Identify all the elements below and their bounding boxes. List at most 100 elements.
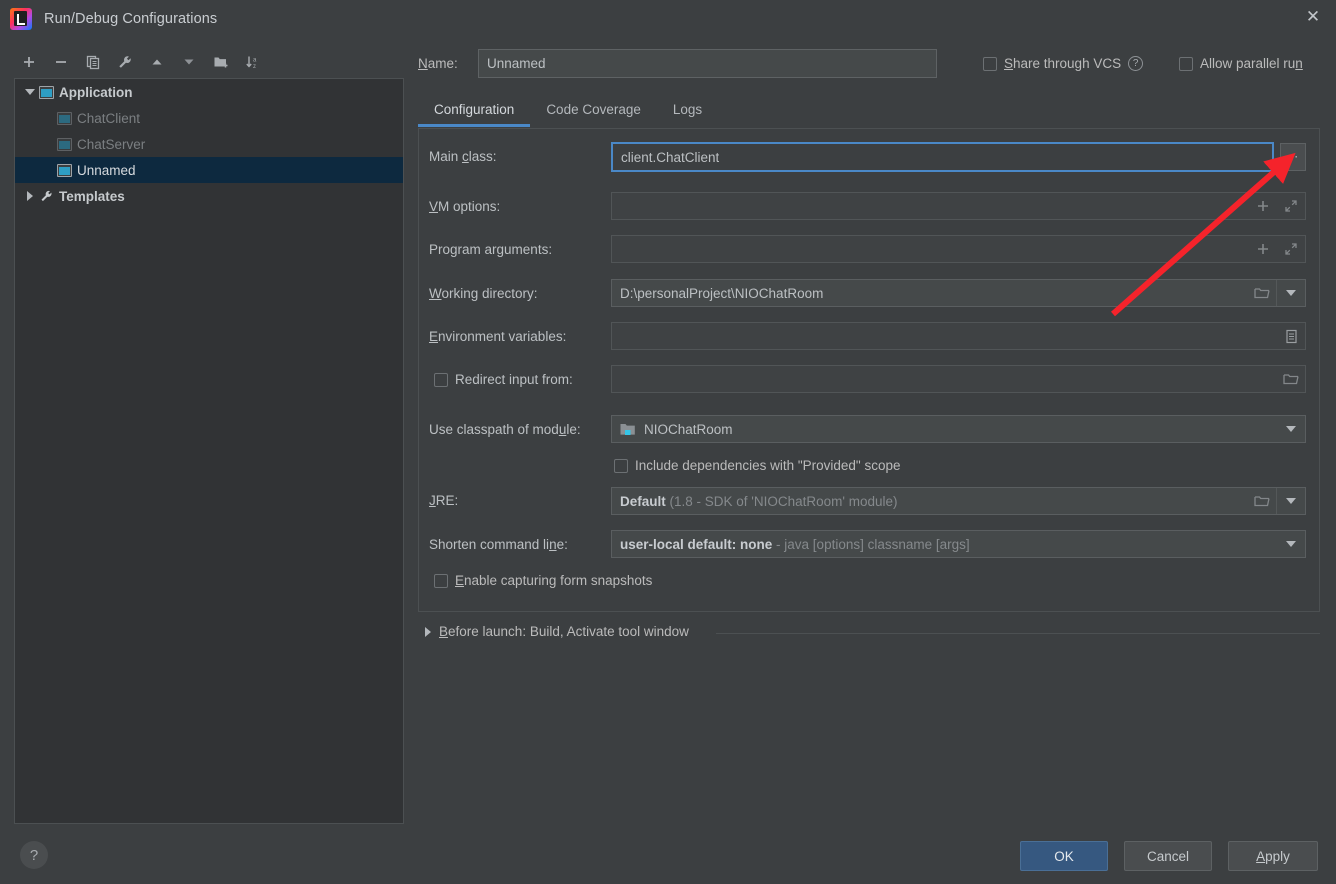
name-label: Name: bbox=[418, 56, 458, 71]
jre-value-strong: Default bbox=[620, 493, 666, 509]
use-classpath-dropdown[interactable]: NIOChatRoom bbox=[611, 415, 1306, 443]
sort-az-button[interactable]: a z bbox=[238, 48, 268, 76]
tree-item-templates[interactable]: Templates bbox=[15, 183, 403, 209]
tree-item-label: Templates bbox=[59, 188, 125, 204]
before-launch-divider bbox=[716, 633, 1320, 634]
svg-text:a: a bbox=[253, 57, 257, 63]
use-classpath-label: Use classpath of module: bbox=[429, 422, 581, 437]
environment-variables-label: Environment variables: bbox=[429, 329, 567, 344]
tree-item-application[interactable]: Application bbox=[15, 79, 403, 105]
working-directory-label: Working directory: bbox=[429, 286, 538, 301]
include-provided-checkbox[interactable]: Include dependencies with "Provided" sco… bbox=[614, 458, 901, 473]
tree-item-unnamed[interactable]: Unnamed bbox=[15, 157, 403, 183]
main-class-label: Main class: bbox=[429, 149, 497, 164]
environment-variables-input[interactable] bbox=[611, 322, 1306, 350]
enable-form-snapshots-checkbox[interactable]: Enable capturing form snapshots bbox=[434, 573, 652, 588]
allow-parallel-run-label: Allow parallel run bbox=[1200, 56, 1303, 71]
ok-button[interactable]: OK bbox=[1020, 841, 1108, 871]
application-icon bbox=[57, 111, 72, 125]
move-down-button[interactable] bbox=[174, 48, 204, 76]
redirect-input-checkbox[interactable]: Redirect input from: bbox=[434, 372, 573, 387]
help-button[interactable]: ? bbox=[20, 841, 48, 869]
svg-text:z: z bbox=[253, 64, 256, 70]
jre-value-hint: (1.8 - SDK of 'NIOChatRoom' module) bbox=[669, 493, 898, 509]
tree-item-chatserver[interactable]: ChatServer bbox=[15, 131, 403, 157]
intellij-idea-logo-icon bbox=[10, 8, 32, 30]
close-icon[interactable]: ✕ bbox=[1290, 0, 1336, 32]
folder-icon[interactable] bbox=[1248, 488, 1276, 514]
title-bar: Run/Debug Configurations ✕ bbox=[0, 0, 1336, 38]
expander-icon[interactable] bbox=[21, 89, 39, 95]
share-through-vcs-checkbox[interactable]: Share through VCS ? bbox=[983, 56, 1144, 71]
shorten-command-line-dropdown[interactable]: user-local default: none - java [options… bbox=[611, 530, 1306, 558]
enable-form-snapshots-label: Enable capturing form snapshots bbox=[455, 573, 653, 588]
use-classpath-value: NIOChatRoom bbox=[644, 421, 733, 437]
expand-icon[interactable] bbox=[1277, 193, 1305, 219]
tree-item-label: Application bbox=[59, 84, 133, 100]
plus-icon[interactable] bbox=[1249, 236, 1277, 262]
share-through-vcs-label: Share through VCS bbox=[1004, 56, 1122, 71]
copy-configuration-button[interactable] bbox=[78, 48, 108, 76]
checkbox-box[interactable] bbox=[983, 56, 997, 71]
redirect-input-field[interactable] bbox=[611, 365, 1306, 393]
chevron-down-icon[interactable] bbox=[1277, 416, 1305, 442]
name-input[interactable] bbox=[478, 49, 937, 78]
allow-parallel-run-checkbox[interactable]: Allow parallel run bbox=[1179, 56, 1303, 71]
application-icon bbox=[57, 163, 72, 177]
shorten-value-strong: user-local default: none bbox=[620, 536, 773, 552]
plus-icon[interactable] bbox=[1249, 193, 1277, 219]
new-folder-button[interactable] bbox=[206, 48, 236, 76]
tab-logs[interactable]: Logs bbox=[657, 98, 718, 127]
chevron-down-icon[interactable] bbox=[1277, 488, 1305, 514]
help-circle-icon[interactable]: ? bbox=[1128, 56, 1144, 71]
expander-icon[interactable] bbox=[21, 191, 39, 201]
checkbox-box[interactable] bbox=[434, 372, 448, 387]
window-title: Run/Debug Configurations bbox=[44, 11, 218, 27]
program-arguments-label: Program arguments: bbox=[429, 242, 553, 257]
jre-label: JRE: bbox=[429, 493, 459, 508]
tree-item-label: ChatServer bbox=[77, 136, 146, 152]
configuration-tabs: Configuration Code Coverage Logs bbox=[418, 98, 718, 127]
vm-options-input[interactable] bbox=[611, 192, 1306, 220]
list-document-icon[interactable] bbox=[1277, 323, 1305, 349]
program-arguments-input[interactable] bbox=[611, 235, 1306, 263]
folder-icon[interactable] bbox=[1277, 366, 1305, 392]
remove-configuration-button[interactable] bbox=[46, 48, 76, 76]
tree-item-label: ChatClient bbox=[77, 110, 141, 126]
application-icon bbox=[57, 137, 72, 151]
expander-icon[interactable] bbox=[425, 626, 431, 637]
checkbox-box[interactable] bbox=[434, 573, 448, 588]
edit-templates-wrench-icon[interactable] bbox=[110, 48, 140, 76]
jre-dropdown[interactable]: Default (1.8 - SDK of 'NIOChatRoom' modu… bbox=[611, 487, 1306, 515]
vm-options-label: VM options: bbox=[429, 199, 501, 214]
folder-icon[interactable] bbox=[1248, 280, 1276, 306]
before-launch-label: Before launch: Build, Activate tool wind… bbox=[439, 624, 689, 639]
move-up-button[interactable] bbox=[142, 48, 172, 76]
tab-configuration[interactable]: Configuration bbox=[418, 98, 531, 127]
cancel-button[interactable]: Cancel bbox=[1124, 841, 1212, 871]
apply-button[interactable]: Apply bbox=[1228, 841, 1318, 871]
configurations-tree[interactable]: Application ChatClient ChatServer Unname… bbox=[14, 78, 404, 824]
module-folder-icon bbox=[620, 423, 636, 436]
before-launch-section[interactable]: Before launch: Build, Activate tool wind… bbox=[425, 624, 689, 639]
include-provided-label: Include dependencies with "Provided" sco… bbox=[635, 458, 901, 473]
tree-item-label: Unnamed bbox=[77, 162, 136, 178]
tab-code-coverage[interactable]: Code Coverage bbox=[530, 98, 657, 127]
chevron-down-icon[interactable] bbox=[1277, 280, 1305, 306]
tree-item-chatclient[interactable]: ChatClient bbox=[15, 105, 403, 131]
configurations-toolbar: a z bbox=[14, 46, 404, 78]
main-class-browse-button[interactable]: ⋯ bbox=[1280, 143, 1306, 171]
redirect-input-label: Redirect input from: bbox=[455, 372, 573, 387]
expand-icon[interactable] bbox=[1277, 236, 1305, 262]
checkbox-box[interactable] bbox=[614, 458, 628, 473]
main-class-value: client.ChatClient bbox=[621, 149, 720, 165]
checkbox-box[interactable] bbox=[1179, 56, 1193, 71]
shorten-value-hint: - java [options] classname [args] bbox=[776, 536, 970, 552]
add-configuration-button[interactable] bbox=[14, 48, 44, 76]
working-directory-input[interactable]: D:\personalProject\NIOChatRoom bbox=[611, 279, 1306, 307]
application-icon bbox=[39, 85, 54, 99]
shorten-command-line-label: Shorten command line: bbox=[429, 537, 568, 552]
chevron-down-icon[interactable] bbox=[1277, 531, 1305, 557]
main-class-input[interactable]: client.ChatClient bbox=[611, 142, 1274, 172]
wrench-icon bbox=[41, 190, 52, 202]
